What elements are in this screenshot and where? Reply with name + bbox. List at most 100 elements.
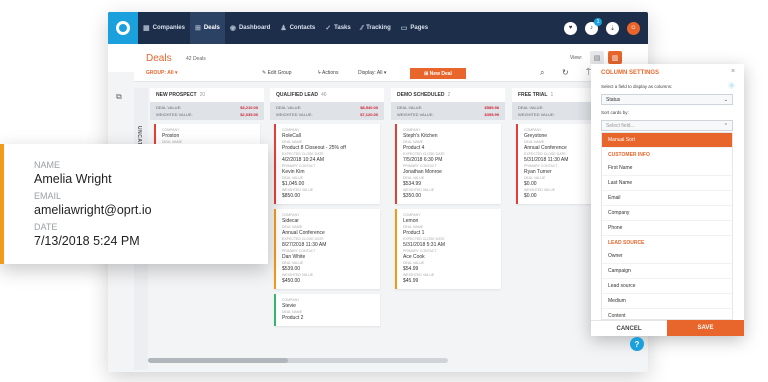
actions-button[interactable]: ϟ Actions bbox=[318, 70, 338, 76]
column-header[interactable]: DEMO SCHEDULED 2 bbox=[391, 88, 505, 102]
pin-icon[interactable]: ⇣ bbox=[606, 21, 619, 35]
app-logo[interactable] bbox=[108, 12, 138, 44]
weighted-value-label: WEIGHTED VALUE: bbox=[156, 112, 193, 117]
contact-date: 7/13/2018 5:24 PM bbox=[34, 234, 140, 248]
dropdown-option[interactable]: Content bbox=[602, 309, 732, 319]
nav-label: Tracking bbox=[366, 25, 391, 31]
kanban-view-icon[interactable]: ▥ bbox=[608, 51, 622, 64]
field-value: 4/2/2018 10:24 AM bbox=[282, 157, 324, 163]
deal-card[interactable]: COMPANY Stevie DEAL NAME Product 2 bbox=[274, 294, 380, 326]
scrollbar-thumb[interactable] bbox=[148, 358, 288, 363]
dropdown-option[interactable]: Company bbox=[602, 206, 732, 221]
column-summary: DEAL VALUE: $8,540.00 WEIGHTED VALUE: $7,12… bbox=[270, 102, 384, 120]
field-value: $450.00 bbox=[282, 278, 301, 284]
field-value: Steph's Kitchen bbox=[403, 133, 438, 139]
dropdown-option[interactable]: First Name bbox=[602, 161, 732, 176]
nav-tasks[interactable]: ✓ Tasks bbox=[320, 12, 355, 44]
refresh-icon[interactable]: ↻ bbox=[562, 68, 569, 77]
nav-label: Dashboard bbox=[238, 25, 271, 31]
field-value: $539.00 bbox=[282, 266, 301, 272]
nav-pages[interactable]: ▭ Pages bbox=[396, 12, 433, 44]
column-count: 1 bbox=[550, 92, 554, 98]
group-filter[interactable]: GROUP: All ▾ bbox=[146, 70, 178, 76]
tracking-icon: ⁄⁄ bbox=[360, 24, 364, 32]
field-value: Sidecar bbox=[282, 218, 299, 224]
weighted-value-label: WEIGHTED VALUE: bbox=[397, 112, 434, 117]
deal-card[interactable]: COMPANY Sidecar DEAL NAME Annual Conference… bbox=[274, 209, 380, 289]
help-icon[interactable]: ? bbox=[728, 82, 735, 89]
sort-select[interactable]: Select field... ⌃ bbox=[601, 120, 733, 131]
deal-value: $589.98 bbox=[484, 105, 499, 110]
bolt-icon: ϟ bbox=[318, 70, 321, 76]
dropdown-option[interactable]: Manual Sort bbox=[602, 133, 732, 148]
bell-icon[interactable]: ♪ 1 bbox=[585, 17, 602, 35]
field-value: Annual Conference bbox=[282, 230, 325, 236]
column-title: NEW PROSPECT bbox=[156, 92, 197, 98]
weighted-value: $395.99 bbox=[484, 112, 499, 117]
save-button[interactable]: SAVE bbox=[667, 320, 744, 336]
dropdown-option[interactable]: Campaign bbox=[602, 264, 732, 279]
nav-label: Deals bbox=[203, 25, 220, 31]
column-header[interactable]: NEW PROSPECT 20 bbox=[150, 88, 264, 102]
heart-icon[interactable]: ♥ bbox=[564, 21, 577, 35]
contact-email: ameliawright@oprt.io bbox=[34, 203, 152, 217]
field-value: 7/5/2018 6:30 PM bbox=[403, 157, 443, 163]
collapse-sidebar-icon[interactable]: ⧉ bbox=[116, 92, 122, 102]
field-value: $850.00 bbox=[282, 193, 301, 199]
deal-card[interactable]: COMPANY RoleCall DEAL NAME Product 8 Closeo… bbox=[274, 124, 380, 204]
column-title: FREE TRIAL bbox=[518, 92, 548, 98]
field-value: Product 8 Closeout - 25% off bbox=[282, 145, 346, 151]
field-value: Jonathan Monroe bbox=[403, 169, 442, 175]
deal-card[interactable]: COMPANY Lemon DEAL NAME Product 1 EXPECTED C… bbox=[395, 209, 501, 289]
nav-dashboard[interactable]: ◉ Dashboard bbox=[225, 12, 275, 44]
field-value: Lemon bbox=[403, 218, 419, 224]
nav-deals[interactable]: ⊞ Deals bbox=[189, 12, 225, 44]
column-summary: DEAL VALUE: $3,210.00 WEIGHTED VALUE: $2,03… bbox=[150, 102, 264, 120]
nav-contacts[interactable]: ♟ Contacts bbox=[275, 12, 320, 44]
weighted-value-label: WEIGHTED VALUE: bbox=[276, 112, 313, 117]
grid-view-icon[interactable]: ▤ bbox=[590, 51, 604, 64]
field-value: $45.99 bbox=[403, 278, 419, 284]
dropdown-option[interactable]: Last Name bbox=[602, 176, 732, 191]
contact-detail-card: NAME Amelia Wright EMAIL ameliawright@op… bbox=[0, 144, 268, 264]
deal-value-label: DEAL VALUE: bbox=[518, 105, 544, 110]
sort-dropdown-list[interactable]: Manual Sort CUSTOMER INFO First Name Last N… bbox=[601, 132, 733, 320]
field-value: 8/27/2018 11:30 AM bbox=[282, 242, 327, 248]
dropdown-option[interactable]: Medium bbox=[602, 294, 732, 309]
column-count: 46 bbox=[320, 92, 327, 98]
user-avatar[interactable]: ☺ bbox=[627, 21, 640, 35]
field-value: $350.00 bbox=[403, 193, 422, 199]
deal-count: 42 Deals bbox=[186, 56, 206, 62]
date-label: DATE bbox=[34, 222, 58, 232]
top-nav: ▦ Companies ⊞ Deals ◉ Dashboard ♟ Contacts ✓ Task… bbox=[108, 12, 648, 44]
email-label: EMAIL bbox=[34, 191, 62, 201]
column-count: 2 bbox=[447, 92, 451, 98]
field-value: Kevin Kim bbox=[282, 169, 305, 175]
new-deal-button[interactable]: ⊞ New Deal bbox=[410, 68, 466, 79]
dropdown-option[interactable]: Owner bbox=[602, 249, 732, 264]
display-filter[interactable]: Display: All ▾ bbox=[358, 70, 386, 76]
nav-label: Companies bbox=[152, 25, 185, 31]
dropdown-option[interactable]: Lead source bbox=[602, 279, 732, 294]
column-header[interactable]: QUALIFIED LEAD 46 bbox=[270, 88, 384, 102]
deal-value-label: DEAL VALUE: bbox=[276, 105, 302, 110]
nav-tracking[interactable]: ⁄⁄ Tracking bbox=[356, 12, 396, 44]
name-label: NAME bbox=[34, 160, 61, 170]
deal-card[interactable]: COMPANY Steph's Kitchen DEAL NAME Product 4… bbox=[395, 124, 501, 204]
search-icon[interactable]: ⌕ bbox=[540, 68, 544, 78]
nav-companies[interactable]: ▦ Companies bbox=[138, 12, 190, 44]
help-button[interactable]: ? bbox=[630, 337, 644, 351]
dropdown-group-label: CUSTOMER INFO bbox=[608, 151, 650, 158]
field-select[interactable]: Status ⌄ bbox=[601, 94, 733, 105]
column-count: 20 bbox=[199, 92, 206, 98]
chevron-up-icon: ⌃ bbox=[723, 122, 728, 129]
dropdown-option[interactable]: Email bbox=[602, 191, 732, 206]
edit-group-button[interactable]: ✎ Edit Group bbox=[262, 70, 292, 76]
deal-value: $8,540.00 bbox=[360, 105, 378, 110]
close-icon[interactable]: × bbox=[731, 68, 735, 75]
sort-label: Sort cards by: bbox=[601, 110, 629, 115]
dashboard-icon: ◉ bbox=[229, 25, 236, 32]
cancel-button[interactable]: CANCEL bbox=[591, 320, 667, 336]
dropdown-option[interactable]: Phone bbox=[602, 221, 732, 236]
column-title: DEMO SCHEDULED bbox=[397, 92, 445, 98]
